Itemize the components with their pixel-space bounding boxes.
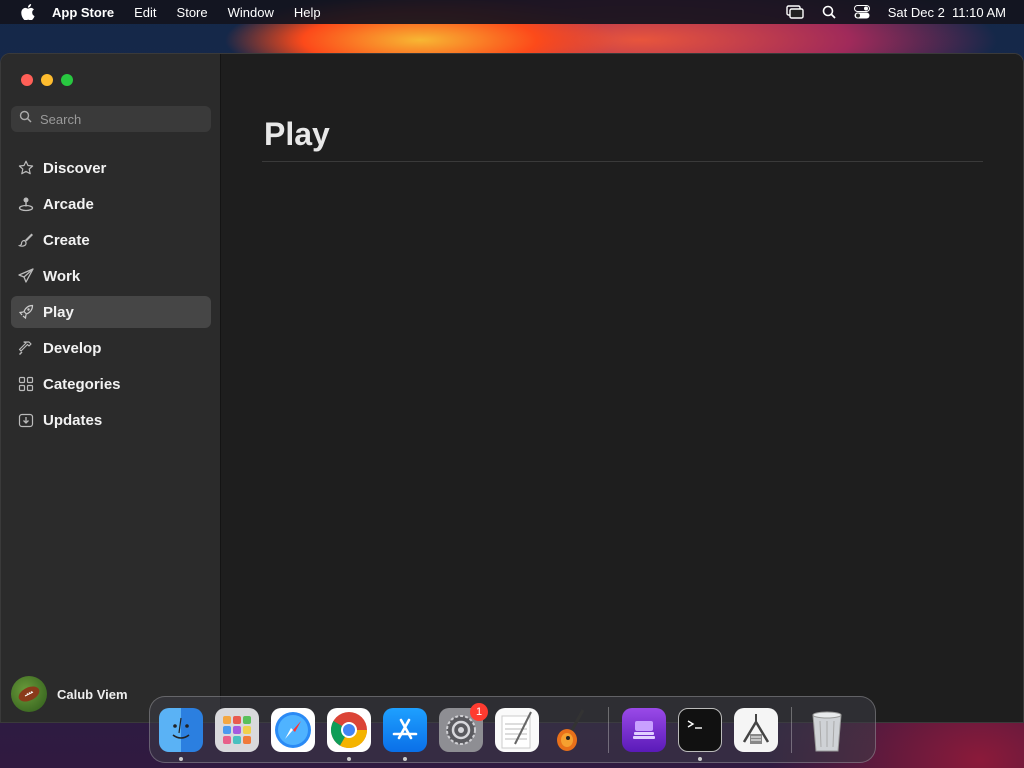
- menu-edit[interactable]: Edit: [134, 5, 156, 20]
- close-window-button[interactable]: [21, 74, 33, 86]
- trash-icon: [805, 708, 849, 752]
- dock-app-trash[interactable]: [804, 707, 850, 753]
- app-store-window: Discover Arcade Create Work: [0, 53, 1024, 723]
- zoom-window-button[interactable]: [61, 74, 73, 86]
- dock-separator: [791, 706, 792, 753]
- running-indicator: [179, 756, 183, 761]
- guitar-icon: [551, 708, 595, 752]
- sidebar-item-label: Work: [43, 267, 81, 285]
- account-button[interactable]: Calub Viem: [11, 676, 128, 712]
- dock-app-system-settings[interactable]: 1: [438, 702, 488, 753]
- sidebar-item-label: Discover: [43, 159, 107, 177]
- sidebar-item-develop[interactable]: Develop: [11, 332, 211, 364]
- calipers-icon: [734, 707, 778, 752]
- paper-plane-icon: [17, 267, 35, 285]
- dock-app-app-store[interactable]: [382, 707, 428, 761]
- app-store-icon: [383, 707, 427, 752]
- dock-app-safari[interactable]: [270, 707, 316, 753]
- sidebar-item-categories[interactable]: Categories: [11, 368, 211, 400]
- running-indicator: [347, 756, 351, 761]
- sidebar-item-label: Develop: [43, 339, 102, 357]
- dock-app-launchpad[interactable]: [214, 707, 260, 753]
- minimize-window-button[interactable]: [41, 74, 53, 86]
- menu-store[interactable]: Store: [177, 5, 208, 20]
- menu-app-name[interactable]: App Store: [52, 5, 114, 20]
- sidebar-nav: Discover Arcade Create Work Play Develop…: [11, 152, 211, 440]
- download-icon: [17, 411, 35, 429]
- brush-icon: [17, 231, 35, 249]
- sidebar-item-create[interactable]: Create: [11, 224, 211, 256]
- sidebar-item-label: Updates: [43, 411, 103, 429]
- page-title: Play: [264, 116, 330, 152]
- title-divider: [262, 161, 983, 162]
- textedit-icon: [495, 707, 539, 752]
- avatar: [11, 676, 47, 712]
- main-content: Play: [222, 54, 1023, 722]
- menu-help[interactable]: Help: [294, 5, 321, 20]
- dock-app-instruments[interactable]: [733, 707, 779, 753]
- chrome-icon: [327, 707, 371, 752]
- window-controls: [21, 74, 73, 86]
- search-field[interactable]: [11, 106, 211, 132]
- dock-separator: [608, 706, 609, 753]
- apple-menu-icon[interactable]: [18, 0, 38, 24]
- sidebar-item-label: Play: [43, 303, 74, 321]
- sidebar-item-work[interactable]: Work: [11, 260, 211, 292]
- search-input[interactable]: [40, 111, 200, 127]
- sidebar: Discover Arcade Create Work: [1, 54, 221, 722]
- star-icon: [17, 159, 35, 177]
- launchpad-icon: [215, 707, 259, 752]
- dock-app-textedit[interactable]: [494, 707, 540, 753]
- grid-icon: [17, 375, 35, 393]
- menu-clock[interactable]: Sat Dec 2 11:10 AM: [888, 5, 1006, 20]
- dock-app-terminal[interactable]: [677, 707, 723, 761]
- running-indicator: [403, 756, 407, 761]
- joystick-icon: [17, 195, 35, 213]
- notification-badge: 1: [470, 702, 488, 721]
- dock-app-disk-utility[interactable]: [621, 707, 667, 753]
- screen-mirroring-icon[interactable]: [786, 5, 804, 19]
- sidebar-item-label: Create: [43, 231, 90, 249]
- dock-app-chrome[interactable]: [326, 707, 372, 761]
- search-icon: [19, 110, 32, 128]
- sidebar-item-play[interactable]: Play: [11, 296, 211, 328]
- football-icon: [18, 686, 40, 702]
- rocket-icon: [17, 303, 35, 321]
- menu-window[interactable]: Window: [228, 5, 274, 20]
- spotlight-search-icon[interactable]: [822, 5, 836, 19]
- dock-app-garageband[interactable]: [550, 707, 596, 753]
- dock-app-finder[interactable]: [158, 707, 204, 761]
- sidebar-item-discover[interactable]: Discover: [11, 152, 211, 184]
- finder-icon: [159, 707, 203, 752]
- dock: 1: [149, 696, 876, 763]
- sidebar-item-label: Categories: [43, 375, 121, 393]
- sidebar-item-arcade[interactable]: Arcade: [11, 188, 211, 220]
- terminal-icon: [678, 707, 722, 752]
- control-center-icon[interactable]: [853, 5, 870, 19]
- account-name: Calub Viem: [57, 686, 128, 702]
- safari-icon: [271, 707, 315, 752]
- menu-bar: App Store Edit Store Window Help Sat Dec…: [0, 0, 1024, 24]
- disk-icon: [622, 707, 666, 752]
- running-indicator: [698, 756, 702, 761]
- sidebar-item-updates[interactable]: Updates: [11, 404, 211, 436]
- sidebar-item-label: Arcade: [43, 195, 94, 213]
- hammer-icon: [17, 339, 35, 357]
